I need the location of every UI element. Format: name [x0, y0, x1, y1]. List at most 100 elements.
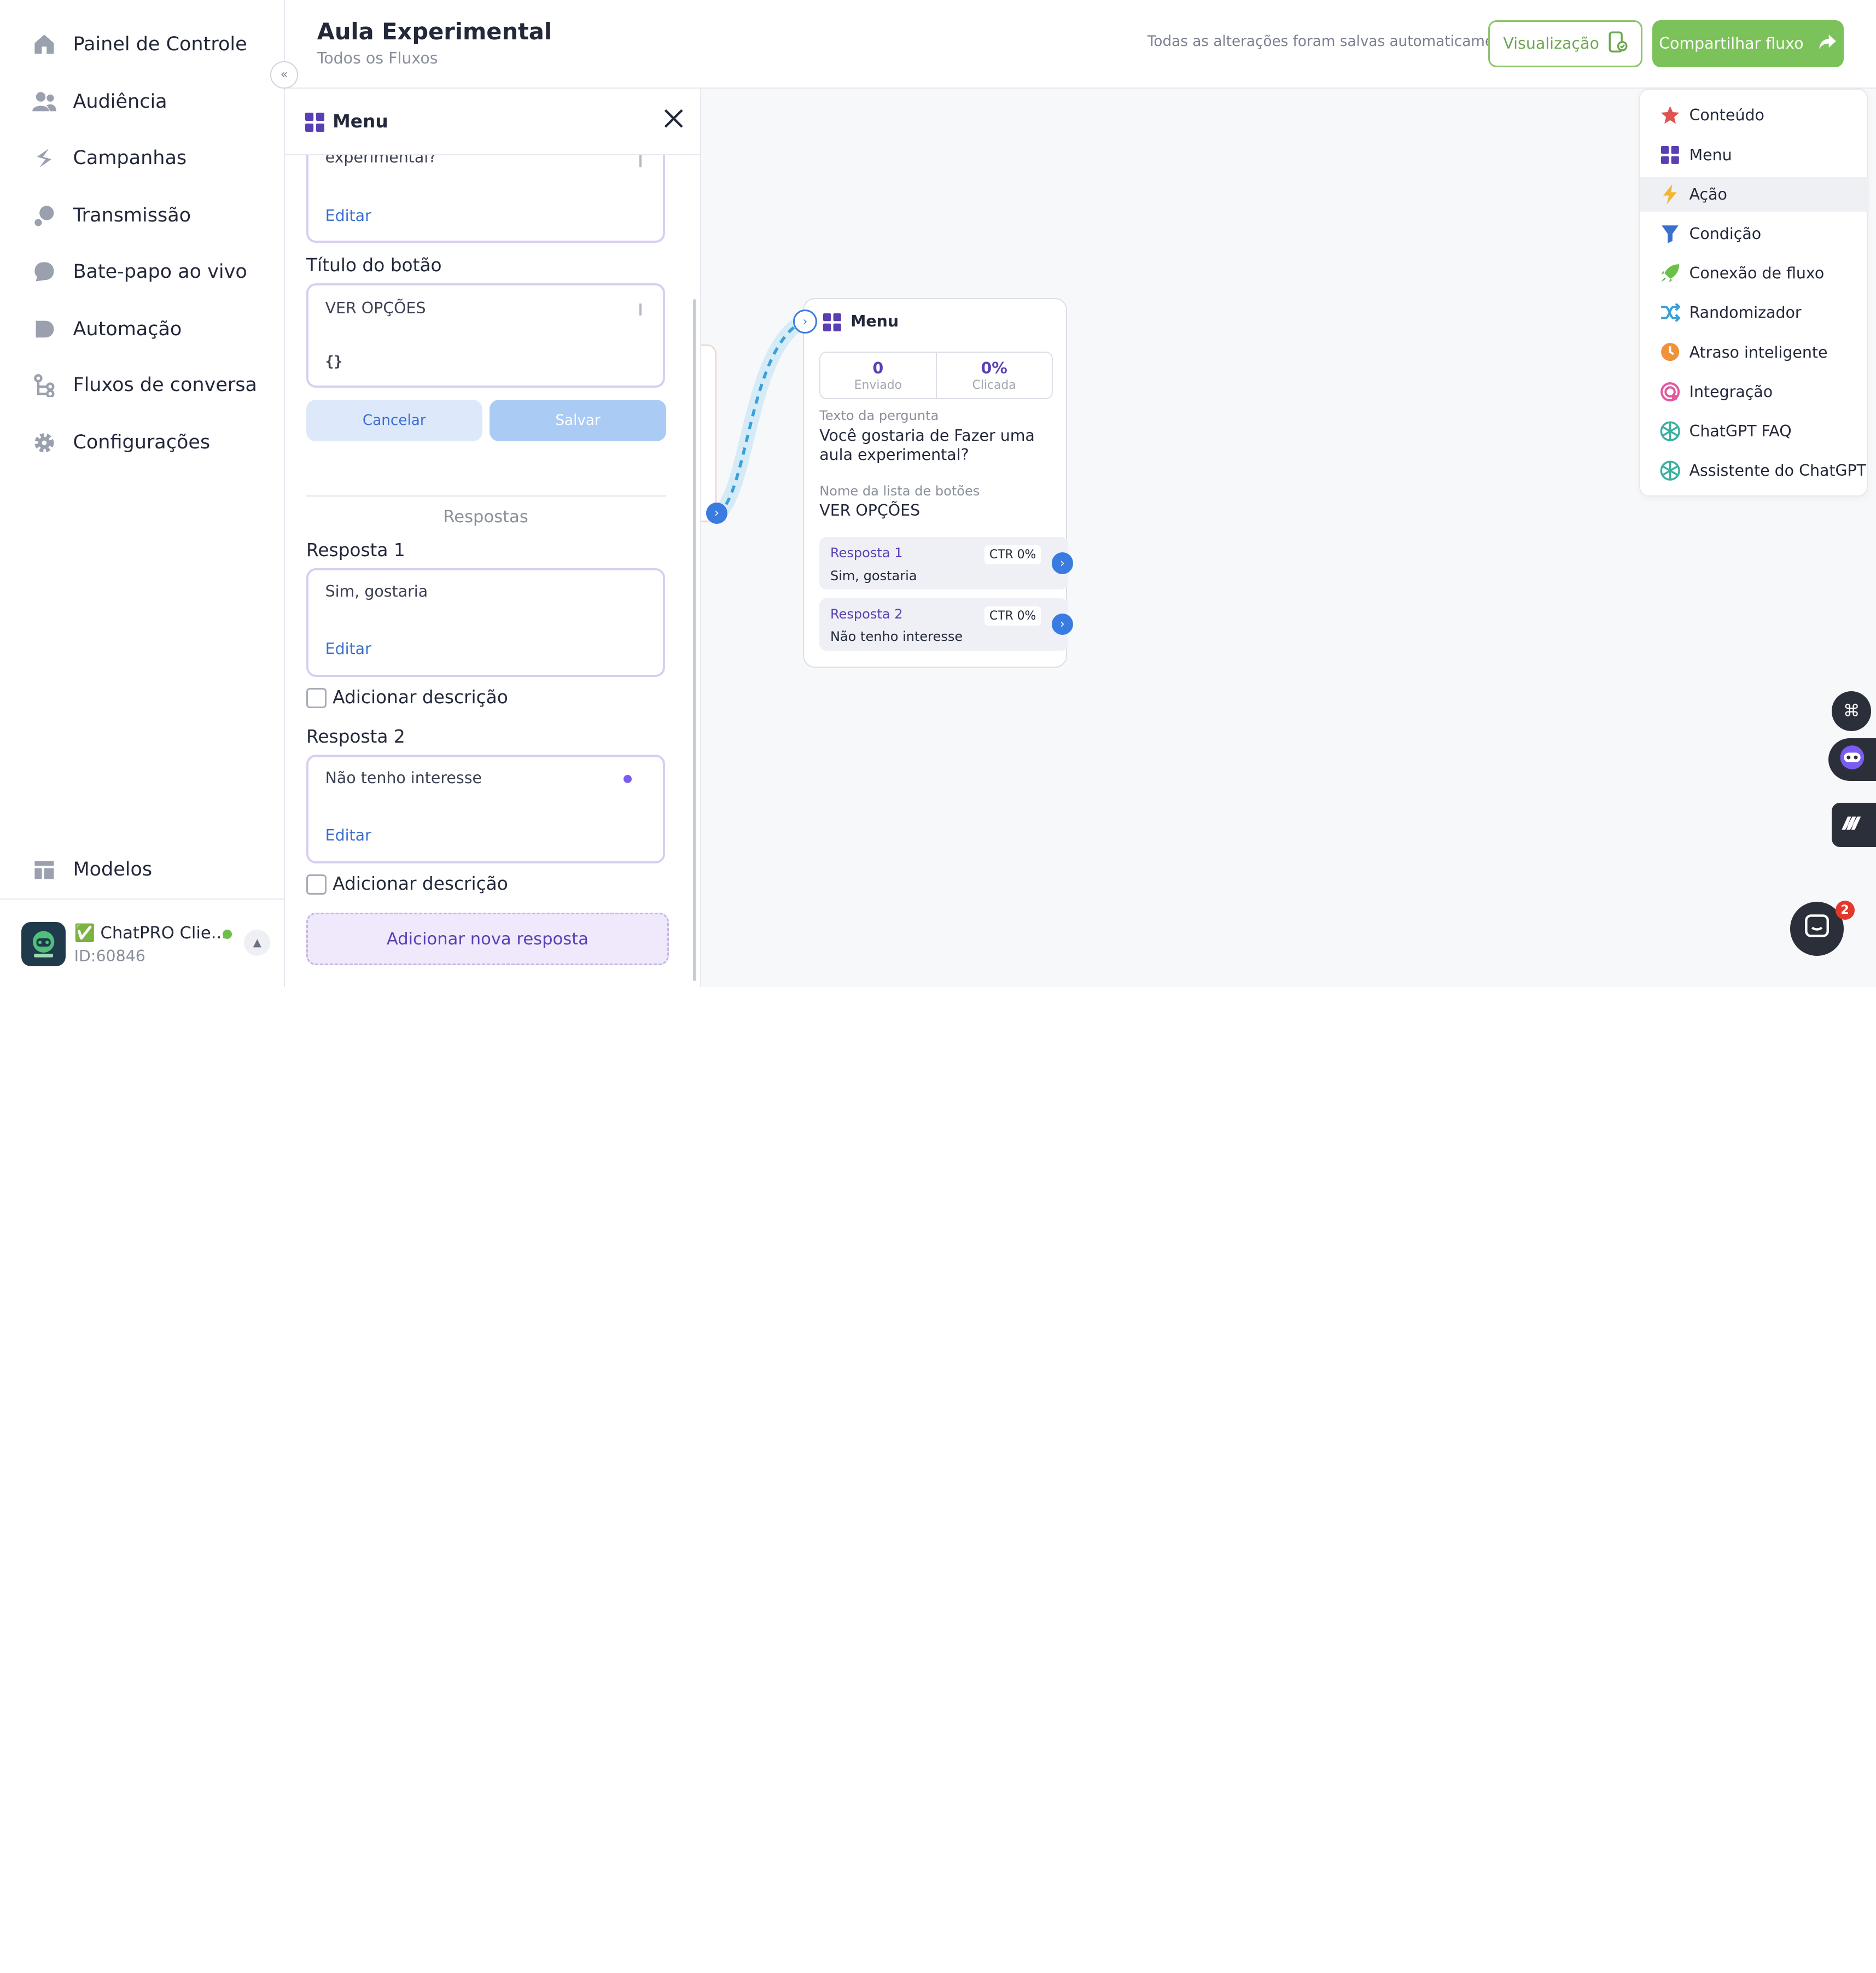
- add-response-button[interactable]: Adicionar nova resposta: [306, 913, 669, 965]
- sidebar-item-label: Campanhas: [73, 147, 187, 169]
- sidebar-item-templates[interactable]: Modelos: [31, 852, 152, 888]
- block-label: Atraso inteligente: [1689, 343, 1828, 361]
- account-id: ID:60846: [74, 947, 145, 965]
- filter-icon: [1659, 223, 1681, 244]
- block-content[interactable]: Conteúdo: [1640, 98, 1869, 132]
- node-response-1[interactable]: Resposta 1 Sim, gostaria CTR 0% ›: [819, 537, 1068, 589]
- command-widget-button[interactable]: ⌘: [1832, 691, 1871, 731]
- brand-logo-icon: [1840, 814, 1867, 836]
- response-1-value: Sim, gostaria: [325, 582, 428, 600]
- button-list-value: VER OPÇÕES: [819, 501, 920, 520]
- sidebar: Painel de Controle Audiência Campanhas T…: [0, 0, 285, 987]
- block-chatgpt-faq[interactable]: ChatGPT FAQ: [1640, 414, 1869, 448]
- block-condition[interactable]: Condição: [1640, 217, 1869, 251]
- users-icon: [31, 89, 57, 115]
- node-title: Menu: [850, 312, 899, 330]
- sidebar-item-live-chat[interactable]: Bate-papo ao vivo: [31, 254, 247, 290]
- campaign-icon: [31, 145, 57, 171]
- add-description-checkbox-2[interactable]: [306, 874, 327, 895]
- templates-icon: [31, 856, 57, 883]
- sidebar-item-label: Bate-papo ao vivo: [73, 261, 247, 283]
- chevron-right-icon: ›: [803, 315, 808, 329]
- sidebar-item-label: Automação: [73, 318, 182, 340]
- clock-icon: [1659, 341, 1681, 363]
- response-text: Sim, gostaria: [830, 568, 917, 583]
- edit-response-1-link[interactable]: Editar: [325, 640, 371, 658]
- response-1-box[interactable]: Sim, gostaria Editar: [306, 568, 665, 677]
- header: Aula Experimental Todos os Fluxos Todas …: [285, 0, 1876, 89]
- add-description-checkbox-1[interactable]: [306, 688, 327, 708]
- share-label: Compartilhar fluxo: [1659, 34, 1803, 52]
- block-smart-delay[interactable]: Atraso inteligente: [1640, 335, 1869, 369]
- chevron-updown-icon[interactable]: ▲: [244, 930, 270, 956]
- bot-icon: [1837, 744, 1868, 775]
- block-label: ChatGPT FAQ: [1689, 422, 1792, 440]
- block-randomizer[interactable]: Randomizador: [1640, 295, 1869, 330]
- sidebar-item-dashboard[interactable]: Painel de Controle: [31, 26, 247, 62]
- ctr-badge: CTR 0%: [984, 606, 1041, 626]
- block-menu[interactable]: Menu: [1640, 137, 1869, 172]
- breadcrumb[interactable]: Todos os Fluxos: [317, 49, 438, 67]
- output-port[interactable]: ›: [706, 503, 727, 524]
- block-label: Menu: [1689, 146, 1732, 164]
- menu-node[interactable]: › Menu 0 Enviado 0% Clicada Texto da per…: [803, 298, 1067, 668]
- response-output-port[interactable]: ›: [1052, 552, 1073, 574]
- menu-grid-icon: [1659, 144, 1681, 165]
- share-flow-button[interactable]: Compartilhar fluxo: [1652, 20, 1844, 67]
- account-name: ✅ ChatPRO Clie...: [74, 924, 227, 943]
- block-palette: Conteúdo Menu Ação Condição Conexão de f…: [1639, 89, 1868, 497]
- lightning-icon: [1659, 184, 1681, 205]
- cancel-button[interactable]: Cancelar: [306, 400, 482, 442]
- autosave-status: Todas as alterações foram salvas automat…: [1147, 33, 1517, 50]
- question-label: Texto da pergunta: [819, 408, 939, 423]
- variable-insert-icon[interactable]: {}: [325, 354, 343, 370]
- broadcast-icon: [31, 202, 57, 229]
- node-stats: 0 Enviado 0% Clicada: [819, 352, 1053, 400]
- sidebar-item-audience[interactable]: Audiência: [31, 84, 167, 120]
- button-title-input[interactable]: VER OPÇÕES {}: [306, 283, 665, 387]
- avatar: [21, 922, 66, 966]
- block-label: Condição: [1689, 225, 1762, 243]
- brand-widget-button[interactable]: [1832, 803, 1876, 847]
- question-text: Você gostaria de Fazer uma aula experime…: [819, 426, 1059, 464]
- unsaved-dot-icon: [624, 775, 632, 783]
- save-button[interactable]: Salvar: [490, 400, 667, 442]
- response-2-value: Não tenho interesse: [325, 769, 482, 787]
- account-switcher[interactable]: ✅ ChatPRO Clie... ID:60846: [0, 898, 285, 987]
- openai-icon: [1659, 460, 1681, 481]
- response-output-port[interactable]: ›: [1052, 614, 1073, 635]
- edit-question-link[interactable]: Editar: [325, 207, 371, 225]
- edit-response-2-link[interactable]: Editar: [325, 826, 371, 844]
- star-icon: [1659, 104, 1681, 126]
- stat-value: 0%: [981, 359, 1007, 377]
- add-description-label-1[interactable]: Adicionar descrição: [333, 687, 508, 708]
- preview-button[interactable]: Visualização: [1488, 20, 1642, 67]
- panel-scrollbar[interactable]: [693, 299, 697, 981]
- close-icon[interactable]: [661, 108, 687, 134]
- node-response-2[interactable]: Resposta 2 Não tenho interesse CTR 0% ›: [819, 598, 1068, 651]
- input-port[interactable]: ›: [793, 310, 817, 334]
- sidebar-item-label: Transmissão: [73, 205, 191, 226]
- sidebar-item-settings[interactable]: Configurações: [31, 425, 210, 461]
- block-action[interactable]: Ação: [1640, 177, 1869, 212]
- phone-preview-icon: [1609, 31, 1628, 56]
- sidebar-item-broadcast[interactable]: Transmissão: [31, 197, 191, 234]
- block-integration[interactable]: Integração: [1640, 375, 1869, 409]
- sidebar-item-flows[interactable]: Fluxos de conversa: [31, 367, 257, 404]
- sidebar-item-label: Audiência: [73, 91, 167, 113]
- sidebar-item-campaigns[interactable]: Campanhas: [31, 140, 187, 176]
- button-title-label: Título do botão: [306, 255, 442, 276]
- chevron-right-icon: ›: [714, 506, 719, 520]
- bot-widget-button[interactable]: [1828, 738, 1876, 781]
- collapse-sidebar-button[interactable]: «: [270, 61, 298, 89]
- response-2-box[interactable]: Não tenho interesse Editar: [306, 755, 665, 863]
- stat-sent: 0 Enviado: [820, 353, 935, 399]
- panel-title: Menu: [333, 111, 388, 132]
- add-description-label-2[interactable]: Adicionar descrição: [333, 873, 508, 894]
- menu-grid-icon: [305, 113, 324, 137]
- block-flow-connection[interactable]: Conexão de fluxo: [1640, 256, 1869, 290]
- block-label: Conexão de fluxo: [1689, 264, 1825, 282]
- sidebar-item-automation[interactable]: Automação: [31, 311, 182, 347]
- block-chatgpt-assistant[interactable]: Assistente do ChatGPT: [1640, 453, 1869, 488]
- response-1-label: Resposta 1: [306, 540, 405, 561]
